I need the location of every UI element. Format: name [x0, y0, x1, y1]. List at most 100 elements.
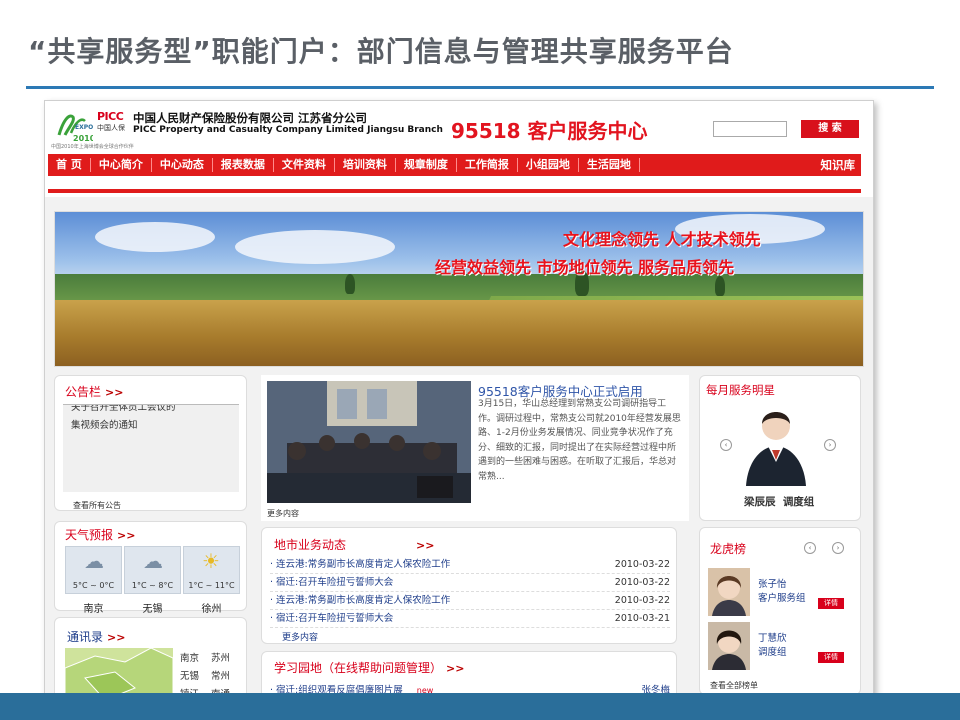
- weather-temp: 5°C ~ 0°C: [72, 581, 115, 590]
- ranking-item[interactable]: 张子怡 客户服务组 详情: [708, 568, 848, 616]
- portal-header: 2010 EXPO 中国2010年上海世博会全球合作伙伴 PICC 中国人保 中…: [45, 101, 873, 197]
- main-nav: 首 页 中心简介 中心动态 报表数据 文件资料 培训资料 规章制度 工作简报 小…: [48, 154, 861, 176]
- prev-arrow-icon[interactable]: ‹: [804, 542, 816, 554]
- banner-slogan-1: 文化理念领先 人才技术领先: [563, 230, 761, 249]
- news-photo[interactable]: [267, 381, 471, 503]
- banner-wheat-field: [55, 300, 863, 366]
- contact-city[interactable]: 无锡: [180, 668, 199, 682]
- company-name-cn: 中国人民财产保险股份有限公司 江苏省分公司: [133, 111, 368, 125]
- weather-panel: 天气预报 >> ☁ 5°C ~ 0°C ☁ 1°C ~ 8°C ☀ 1°C ~ 1…: [54, 521, 247, 615]
- weather-title[interactable]: 天气预报 >>: [65, 526, 135, 543]
- monthly-star-panel: 每月服务明星 ‹ › 梁辰辰 调度组: [699, 375, 861, 521]
- picc-brand: PICC: [97, 110, 124, 123]
- notice-list: 关于召开全体员工会议的 集视频会的通知: [63, 404, 239, 492]
- svg-text:EXPO: EXPO: [75, 124, 93, 131]
- snow-cloud-icon: ☁: [84, 549, 104, 573]
- ranking-title: 龙虎榜: [710, 542, 747, 556]
- prev-arrow-icon[interactable]: ‹: [720, 439, 732, 451]
- weather-title-text: 天气预报: [65, 528, 114, 542]
- tree-shape: [345, 274, 355, 294]
- list-item[interactable]: · 宿迁:召开车险扭亏誓师大会 2010-03-21: [270, 610, 670, 628]
- study-title-text: 学习园地（在线帮助问题管理）: [274, 661, 443, 675]
- cloud-shape: [95, 222, 215, 252]
- sun-cloud-icon: ☀: [202, 549, 220, 573]
- study-arrows: >>: [446, 662, 465, 675]
- contact-city[interactable]: 苏州: [211, 650, 230, 664]
- list-item-date: 2010-03-22: [614, 577, 670, 588]
- ranking-avatar: [708, 568, 750, 616]
- list-item[interactable]: · 连云港:常务副市长高度肯定人保农险工作 2010-03-22: [270, 556, 670, 574]
- nav-team[interactable]: 小组园地: [518, 158, 579, 172]
- study-title[interactable]: 学习园地（在线帮助问题管理） >>: [274, 659, 464, 676]
- cloud-shape: [235, 230, 395, 264]
- picc-sub: 中国人保: [97, 124, 125, 132]
- expo-partner-text: 中国2010年上海世博会全球合作伙伴: [51, 144, 134, 150]
- weather-arrows: >>: [117, 529, 136, 542]
- nav-rules[interactable]: 规章制度: [396, 158, 457, 172]
- contact-city[interactable]: 南京: [180, 650, 199, 664]
- ranking-item[interactable]: 丁慧欣 调度组 详情: [708, 622, 848, 670]
- ranking-name: 张子怡: [758, 579, 787, 590]
- list-item[interactable]: · 连云港:常务副市长高度肯定人保农险工作 2010-03-22: [270, 592, 670, 610]
- star-team: 调度组: [782, 496, 815, 508]
- slide-title: “共享服务型”职能门户：部门信息与管理共享服务平台: [28, 35, 734, 68]
- weather-city: 南京: [83, 604, 104, 615]
- nav-home[interactable]: 首 页: [48, 158, 91, 172]
- local-news-panel: 地市业务动态 >> · 连云港:常务副市长高度肯定人保农险工作 2010-03-2…: [261, 527, 677, 644]
- snow-cloud-icon: ☁: [143, 549, 163, 573]
- local-news-title[interactable]: 地市业务动态 >>: [274, 536, 434, 553]
- nav-news[interactable]: 中心动态: [152, 158, 213, 172]
- search-input[interactable]: [713, 121, 787, 137]
- detail-button[interactable]: 详情: [818, 652, 844, 663]
- contacts-title[interactable]: 通讯录 >>: [67, 628, 125, 645]
- svg-text:2010: 2010: [73, 134, 93, 143]
- weather-temp: 1°C ~ 8°C: [131, 581, 174, 590]
- nav-underline: [48, 189, 861, 193]
- monthly-star-title: 每月服务明星: [706, 383, 775, 397]
- notice-panel: 公告栏 >> 关于召开全体员工会议的 集视频会的通知 查看所有公告: [54, 375, 247, 511]
- expo-logo-icon: 2010 EXPO: [57, 114, 93, 143]
- avatar-icon: [708, 568, 750, 616]
- nav-training[interactable]: 培训资料: [335, 158, 396, 172]
- nav-briefs[interactable]: 工作简报: [457, 158, 518, 172]
- nav-about[interactable]: 中心简介: [91, 158, 152, 172]
- notice-arrows: >>: [105, 386, 124, 399]
- nav-reports[interactable]: 报表数据: [213, 158, 274, 172]
- notice-more-link[interactable]: 查看所有公告: [73, 500, 121, 511]
- avatar-icon: [708, 622, 750, 670]
- notice-title[interactable]: 公告栏 >>: [65, 383, 123, 400]
- notice-line[interactable]: 集视频会的通知: [63, 417, 239, 435]
- ranking-avatar: [708, 622, 750, 670]
- next-arrow-icon[interactable]: ›: [824, 439, 836, 451]
- detail-button[interactable]: 详情: [818, 598, 844, 609]
- nav-life[interactable]: 生活园地: [579, 158, 640, 172]
- news-body: 3月15日，华山总经理到常熟支公司调研指导工作。调研过程中，常熟支公司就2010…: [478, 399, 681, 482]
- list-item-date: 2010-03-22: [614, 595, 670, 606]
- list-item-text: · 连云港:常务副市长高度肯定人保农险工作: [270, 595, 451, 606]
- weather-cell: ☀ 1°C ~ 11°C: [183, 546, 240, 594]
- nav-documents[interactable]: 文件资料: [274, 158, 335, 172]
- local-news-more-link[interactable]: 更多内容: [282, 630, 318, 643]
- ranking-panel: 龙虎榜 ‹ › 张子怡 客户服务组 详情 丁慧欣 调度组 详情 查看全部榜单: [699, 527, 861, 695]
- ranking-dept: 调度组: [758, 647, 787, 658]
- service-star-photo[interactable]: [740, 402, 812, 486]
- meeting-photo-icon: [267, 381, 471, 503]
- portal-screenshot: 2010 EXPO 中国2010年上海世博会全球合作伙伴 PICC 中国人保 中…: [44, 100, 874, 702]
- nav-knowledge-base[interactable]: 知识库: [821, 157, 862, 173]
- weather-city: 无锡: [142, 604, 163, 615]
- list-item-date: 2010-03-21: [614, 613, 670, 624]
- contact-city[interactable]: 常州: [211, 668, 230, 682]
- notice-line[interactable]: 关于召开全体员工会议的: [63, 405, 239, 417]
- weather-temp: 1°C ~ 11°C: [188, 581, 235, 590]
- ranking-more-link[interactable]: 查看全部榜单: [710, 680, 758, 691]
- list-item[interactable]: · 宿迁:召开车险扭亏誓师大会 2010-03-22: [270, 574, 670, 592]
- news-more-link[interactable]: 更多内容: [267, 508, 299, 519]
- contacts-title-text: 通讯录: [67, 630, 104, 644]
- search-button[interactable]: 搜 索: [801, 120, 859, 138]
- list-item-date: 2010-03-22: [614, 559, 670, 570]
- list-item-text: · 宿迁:召开车险扭亏誓师大会: [270, 577, 394, 588]
- local-news-arrows: >>: [416, 539, 435, 552]
- local-news-title-text: 地市业务动态: [274, 538, 347, 552]
- next-arrow-icon[interactable]: ›: [832, 542, 844, 554]
- star-name-text: 梁辰辰: [744, 496, 776, 508]
